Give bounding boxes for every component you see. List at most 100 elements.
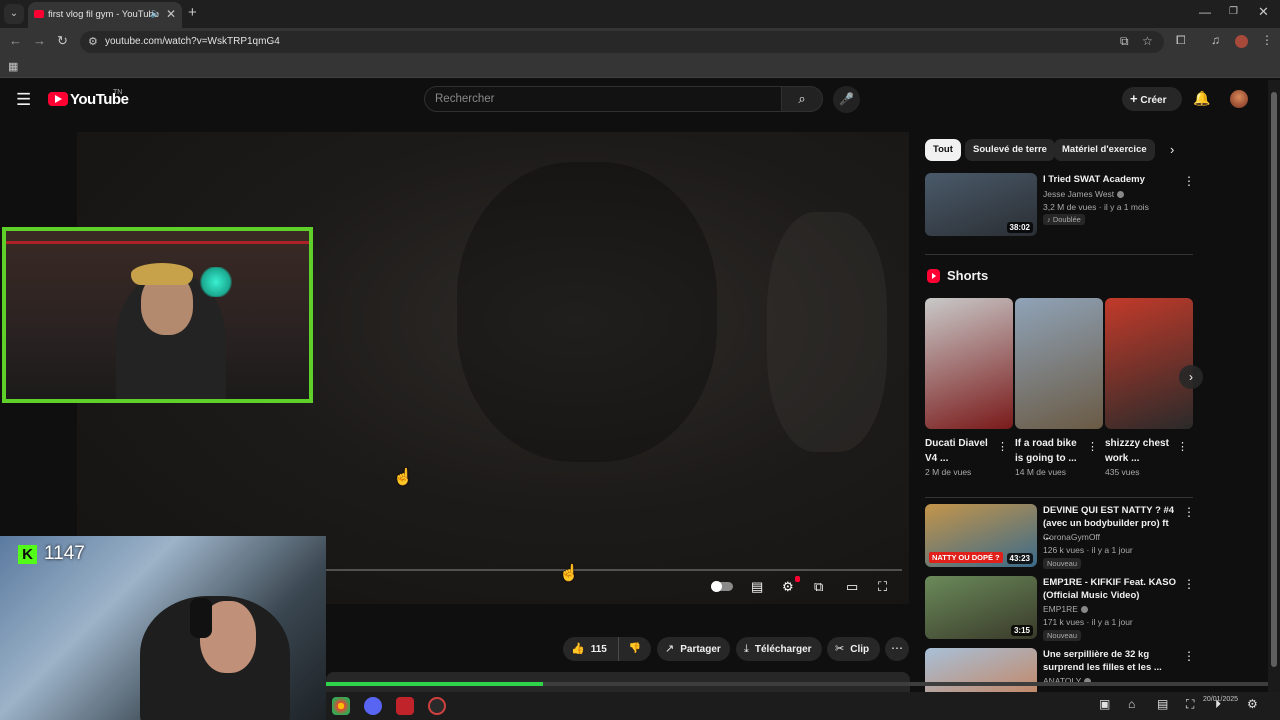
video-thumbnail[interactable]: 3:15: [925, 576, 1037, 639]
stream-progress-bar: [326, 682, 1268, 686]
short-title[interactable]: If a road bike is going to ...: [1015, 436, 1085, 466]
video-thumbnail[interactable]: NATTY OU DOPÉ ? 43:23: [925, 504, 1037, 567]
reload-icon[interactable]: ↻: [57, 33, 68, 49]
notifications-bell-icon[interactable]: 🔔: [1193, 90, 1210, 107]
share-icon: ↗: [665, 643, 675, 655]
chevron-right-icon[interactable]: ›: [1170, 142, 1174, 157]
title-line: surprend les filles et les ...: [1043, 662, 1162, 673]
more-vertical-icon[interactable]: ⋮: [1183, 577, 1195, 591]
thumbs-up-icon: 👍: [571, 643, 585, 655]
voice-search-button[interactable]: 🎤: [833, 86, 860, 113]
account-avatar[interactable]: [1230, 90, 1248, 108]
chip-soulevé-de-terre[interactable]: Soulevé de terre: [965, 139, 1055, 161]
fullscreen-icon[interactable]: ⛶: [878, 579, 887, 595]
search-button[interactable]: ⌕: [781, 86, 823, 112]
bookmark-star-icon[interactable]: ☆: [1142, 34, 1153, 48]
forward-arrow-icon[interactable]: →: [33, 33, 46, 48]
short-title[interactable]: Ducati Diavel V4 ...: [925, 436, 995, 466]
hd-badge-icon: [795, 576, 800, 582]
subtitles-icon[interactable]: ▤: [751, 579, 763, 595]
miniplayer-icon[interactable]: ⧉: [814, 579, 823, 595]
site-info-icon[interactable]: ⚙: [88, 35, 98, 48]
short-thumbnail[interactable]: [925, 298, 1013, 429]
tab-search-icon[interactable]: ⌄: [4, 4, 24, 24]
channel-name[interactable]: CoronaGymOff: [1043, 531, 1183, 544]
obs-taskbar-icon[interactable]: [428, 697, 446, 715]
video-title[interactable]: Une serpillière de 32 kg surprend les fil…: [1043, 648, 1177, 674]
tab-close-icon[interactable]: ✕: [166, 7, 176, 21]
browser-menu-icon[interactable]: ⋮: [1261, 33, 1273, 47]
discord-taskbar-icon[interactable]: [364, 697, 382, 715]
back-arrow-icon[interactable]: ←: [9, 33, 22, 48]
chip-materiel-exercice[interactable]: Matériel d'exercice: [1054, 139, 1155, 161]
tray-window-icon[interactable]: ▣: [1099, 697, 1110, 711]
microphone-icon: 🎤: [839, 92, 854, 106]
channel-name[interactable]: Jesse James West: [1043, 188, 1183, 201]
search-input[interactable]: [424, 86, 782, 112]
video-duration: 38:02: [1006, 222, 1033, 233]
youtube-logo-icon[interactable]: [48, 92, 68, 106]
more-vertical-icon[interactable]: ⋮: [1177, 440, 1188, 453]
channel-name[interactable]: EMP1RE: [1043, 603, 1183, 616]
browser-tab[interactable]: first vlog fil gym - YouTube 🔈 ✕: [28, 2, 182, 28]
video-frame-highlight: [767, 212, 887, 452]
audio-track-icon: ♪: [1047, 215, 1051, 224]
section-divider: [925, 497, 1193, 498]
autoplay-toggle[interactable]: [711, 581, 733, 592]
like-dislike-group: 👍 115 👎: [563, 637, 651, 661]
video-meta: 171 k vues · il y a 1 jour: [1043, 617, 1133, 627]
badge-text: Doublée: [1052, 215, 1081, 224]
shorts-heading: Shorts: [947, 268, 989, 283]
extensions-icon[interactable]: ⧠: [1176, 33, 1186, 48]
dislike-button[interactable]: 👎: [618, 637, 651, 661]
create-label: Créer: [1140, 95, 1167, 106]
short-thumbnail[interactable]: [1105, 298, 1193, 429]
page-scrollbar[interactable]: [1268, 80, 1280, 692]
video-duration: 43:23: [1006, 553, 1033, 564]
create-button[interactable]: + Créer: [1122, 87, 1182, 111]
short-thumbnail[interactable]: [1015, 298, 1103, 429]
more-vertical-icon[interactable]: ⋮: [1183, 649, 1195, 663]
chip-all[interactable]: Tout: [925, 139, 961, 161]
download-button[interactable]: ⤓ Télécharger: [736, 637, 822, 661]
url-text[interactable]: youtube.com/watch?v=WskTRP1qmG4: [105, 36, 280, 47]
more-vertical-icon[interactable]: ⋮: [1183, 505, 1195, 519]
theater-mode-icon[interactable]: ▭: [846, 579, 858, 595]
media-controls-icon[interactable]: ♫: [1211, 33, 1220, 47]
window-close-icon[interactable]: ✕: [1258, 4, 1269, 20]
restore-icon[interactable]: ❐: [1229, 6, 1238, 17]
video-thumbnail[interactable]: 38:02: [925, 173, 1037, 236]
clip-button[interactable]: ✂ Clip: [827, 637, 880, 661]
more-actions-button[interactable]: ⋯: [885, 637, 909, 661]
download-icon: ⤓: [744, 643, 749, 655]
more-vertical-icon[interactable]: ⋮: [1183, 174, 1195, 188]
share-button[interactable]: ↗ Partager: [657, 637, 730, 661]
video-title[interactable]: EMP1RE - KIFKIF Feat. KASO (Official Musi…: [1043, 576, 1177, 602]
apps-grid-icon[interactable]: ▦: [8, 60, 18, 73]
chrome-taskbar-icon[interactable]: [332, 697, 350, 715]
more-vertical-icon[interactable]: ⋮: [997, 440, 1008, 453]
cast-icon[interactable]: ⧉: [1120, 34, 1129, 49]
minimize-icon[interactable]: —: [1199, 5, 1211, 19]
settings-gear-icon[interactable]: ⚙: [782, 579, 794, 595]
like-button[interactable]: 👍 115: [563, 637, 615, 661]
plus-icon: +: [1130, 91, 1138, 106]
new-tab-button[interactable]: +: [188, 4, 197, 21]
video-title[interactable]: I Tried SWAT Academy: [1043, 173, 1177, 186]
tray-capture-icon[interactable]: ⛶: [1186, 697, 1194, 712]
shorts-next-button[interactable]: ›: [1179, 365, 1203, 389]
menu-icon[interactable]: ☰: [16, 90, 31, 110]
taskbar-clock[interactable]: 20/01/2025: [1203, 695, 1238, 705]
address-bar[interactable]: ⚙ youtube.com/watch?v=WskTRP1qmG4 ⧉ ☆: [80, 31, 1164, 53]
speaker-icon[interactable]: 🔈: [150, 8, 161, 19]
verified-icon: [1080, 606, 1088, 614]
app-taskbar-icon[interactable]: [396, 697, 414, 715]
tray-display-icon[interactable]: ▤: [1157, 697, 1168, 711]
browser-profile-avatar[interactable]: [1235, 35, 1248, 48]
verified-icon: [1117, 191, 1125, 199]
tray-settings-icon[interactable]: ⚙: [1247, 697, 1258, 711]
scrollbar-thumb[interactable]: [1271, 92, 1277, 667]
more-vertical-icon[interactable]: ⋮: [1087, 440, 1098, 453]
short-title[interactable]: shizzzy chest work ...: [1105, 436, 1175, 466]
tray-network-icon[interactable]: ⌂: [1128, 697, 1135, 711]
